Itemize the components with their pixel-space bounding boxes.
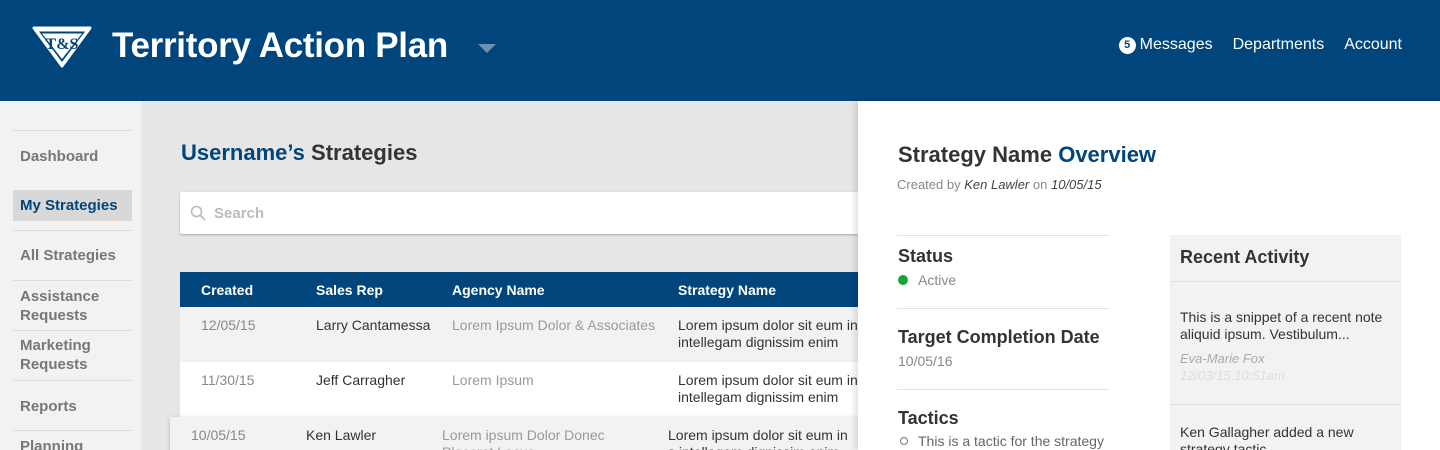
logo-text: T&S [46, 36, 79, 53]
recent-activity-box: Recent Activity This is a snippet of a r… [1170, 235, 1401, 450]
sidebar-item-all-strategies[interactable]: All Strategies [13, 230, 132, 280]
search-icon [190, 205, 206, 221]
activity-item-author: Eva-Marie Fox [1180, 351, 1265, 366]
cell-sales-rep: Larry Cantamessa [316, 317, 431, 333]
page-title-username: Username’s [181, 140, 305, 165]
target-completion-heading: Target Completion Date [898, 327, 1100, 347]
cell-strategy-name: Lorem ipsum dolor sit eum in intellegam … [678, 372, 858, 405]
table-row[interactable]: 11/30/15 Jeff Carragher Lorem Ipsum Lore… [180, 362, 880, 417]
recent-activity-heading: Recent Activity [1180, 247, 1310, 267]
sidebar-item-planning[interactable]: Planning [13, 430, 132, 450]
cell-sales-rep: Jeff Carragher [316, 372, 406, 388]
cell-strategy-name: Lorem ipsum dolor sit eum in intellegam … [678, 317, 858, 350]
activity-item-time: 12/03/15 10:51am [1180, 368, 1285, 383]
column-header-agency-name[interactable]: Agency Name [452, 282, 545, 298]
divider [897, 389, 1109, 390]
panel-title: Strategy Name Overview [898, 142, 1156, 168]
created-date: 10/05/15 [1050, 177, 1102, 192]
sidebar-item-marketing-requests[interactable]: Marketing Requests [13, 330, 132, 380]
created-prefix: Created by [897, 177, 961, 192]
cell-agency-name: Lorem Ipsum Dolor & Associates [452, 317, 656, 333]
column-header-strategy-name[interactable]: Strategy Name [678, 282, 776, 298]
sidebar: Dashboard My Strategies All Strategies A… [0, 101, 141, 450]
messages-label: Messages [1139, 36, 1213, 53]
top-bar: T&S Territory Action Plan 5 Messages Dep… [0, 0, 1440, 101]
panel-title-strategy-name: Strategy Name [898, 142, 1053, 167]
activity-item-text[interactable]: This is a snippet of a recent note aliqu… [1180, 309, 1390, 343]
sidebar-item-my-strategies[interactable]: My Strategies [13, 190, 132, 221]
cell-agency-name: Lorem ipsum Dolor Donec Placerat Lacus [442, 427, 605, 450]
cell-created: 10/05/15 [191, 427, 246, 443]
status-heading: Status [898, 246, 954, 266]
divider [897, 308, 1109, 309]
sidebar-item-assistance-requests[interactable]: Assistance Requests [13, 280, 132, 330]
divider [897, 235, 1109, 236]
created-by-name: Ken Lawler [964, 177, 1030, 192]
tactic-text: This is a tactic for the strategy [918, 433, 1104, 449]
created-on-word: on [1032, 177, 1048, 192]
cell-sales-rep: Ken Lawler [306, 427, 377, 443]
tactic-item[interactable]: This is a tactic for the strategy [900, 433, 1104, 449]
departments-link[interactable]: Departments [1233, 36, 1325, 54]
divider [1170, 404, 1401, 405]
column-header-sales-rep[interactable]: Sales Rep [316, 282, 383, 298]
divider [1170, 281, 1401, 282]
messages-link[interactable]: 5 Messages [1118, 36, 1213, 54]
title-dropdown-chevron-icon[interactable] [478, 44, 496, 53]
table-row-dragging[interactable]: 10/05/15 Ken Lawler Lorem ipsum Dolor Do… [170, 417, 870, 450]
search-input[interactable] [214, 192, 814, 234]
column-header-created[interactable]: Created [201, 282, 253, 298]
activity-item-text[interactable]: Ken Gallagher added a new strategy tacti… [1180, 424, 1390, 450]
sidebar-item-reports[interactable]: Reports [13, 380, 132, 430]
table-row[interactable]: 12/05/15 Larry Cantamessa Lorem Ipsum Do… [180, 307, 880, 362]
tactics-heading: Tactics [898, 408, 959, 428]
top-navigation: 5 Messages Departments Account [1099, 36, 1402, 54]
target-completion-date: 10/05/16 [898, 353, 953, 369]
cell-agency-name: Lorem Ipsum [452, 372, 534, 388]
strategies-table-header: Created Sales Rep Agency Name Strategy N… [180, 272, 880, 307]
page-title-suffix: Strategies [311, 140, 418, 165]
created-by-line: Created by Ken Lawler on 10/05/15 [897, 177, 1102, 192]
cell-strategy-name: Lorem ipsum dolor sit eum in s intellega… [668, 427, 848, 450]
ts-logo[interactable]: T&S [30, 24, 94, 70]
page-title: Username’s Strategies [181, 140, 417, 166]
status-label: Active [918, 272, 957, 288]
panel-title-overview: Overview [1058, 142, 1157, 167]
app-title: Territory Action Plan [112, 26, 448, 65]
cell-created: 12/05/15 [201, 317, 256, 333]
search-bar [180, 192, 880, 234]
tactic-bullet-icon [900, 437, 908, 445]
messages-count-badge: 5 [1118, 36, 1136, 54]
status-value: Active [898, 272, 956, 288]
account-link[interactable]: Account [1344, 36, 1402, 54]
strategy-overview-panel: Strategy Name Overview Created by Ken La… [858, 101, 1440, 450]
status-active-dot-icon [898, 275, 908, 285]
cell-created: 11/30/15 [201, 372, 255, 388]
sidebar-item-dashboard[interactable]: Dashboard [13, 130, 132, 180]
